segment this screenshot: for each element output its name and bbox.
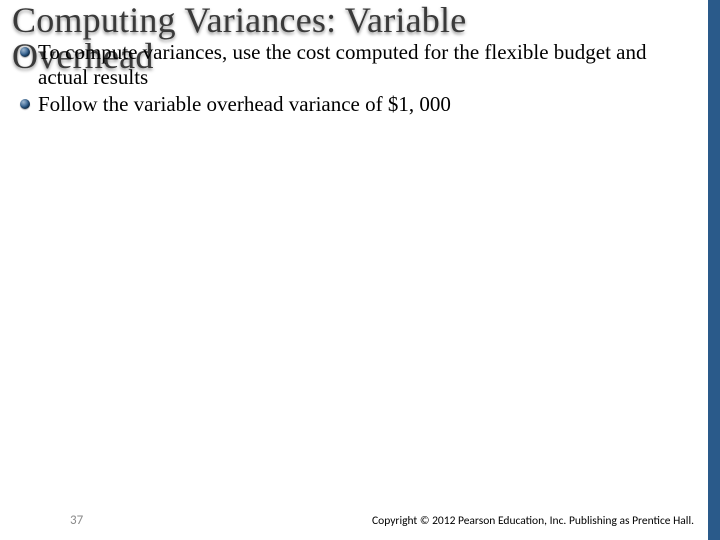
bullet-text: Follow the variable overhead variance of… [38,92,451,116]
copyright-text: Copyright © 2012 Pearson Education, Inc.… [372,514,694,528]
slide-footer: 37 Copyright © 2012 Pearson Education, I… [0,510,708,530]
page-number: 37 [70,513,83,528]
bullet-icon [20,99,30,109]
slide: Computing Variances: Variable Overhead T… [0,0,708,540]
accent-bar [708,0,720,540]
title-line-1: Computing Variances: Variable [12,2,688,38]
list-item: Follow the variable overhead variance of… [18,92,678,117]
slide-content: To compute variances, use the cost compu… [18,40,678,118]
bullet-text: To compute variances, use the cost compu… [38,40,647,89]
list-item: To compute variances, use the cost compu… [18,40,678,90]
bullet-icon [20,47,30,57]
bullet-list: To compute variances, use the cost compu… [18,40,678,116]
